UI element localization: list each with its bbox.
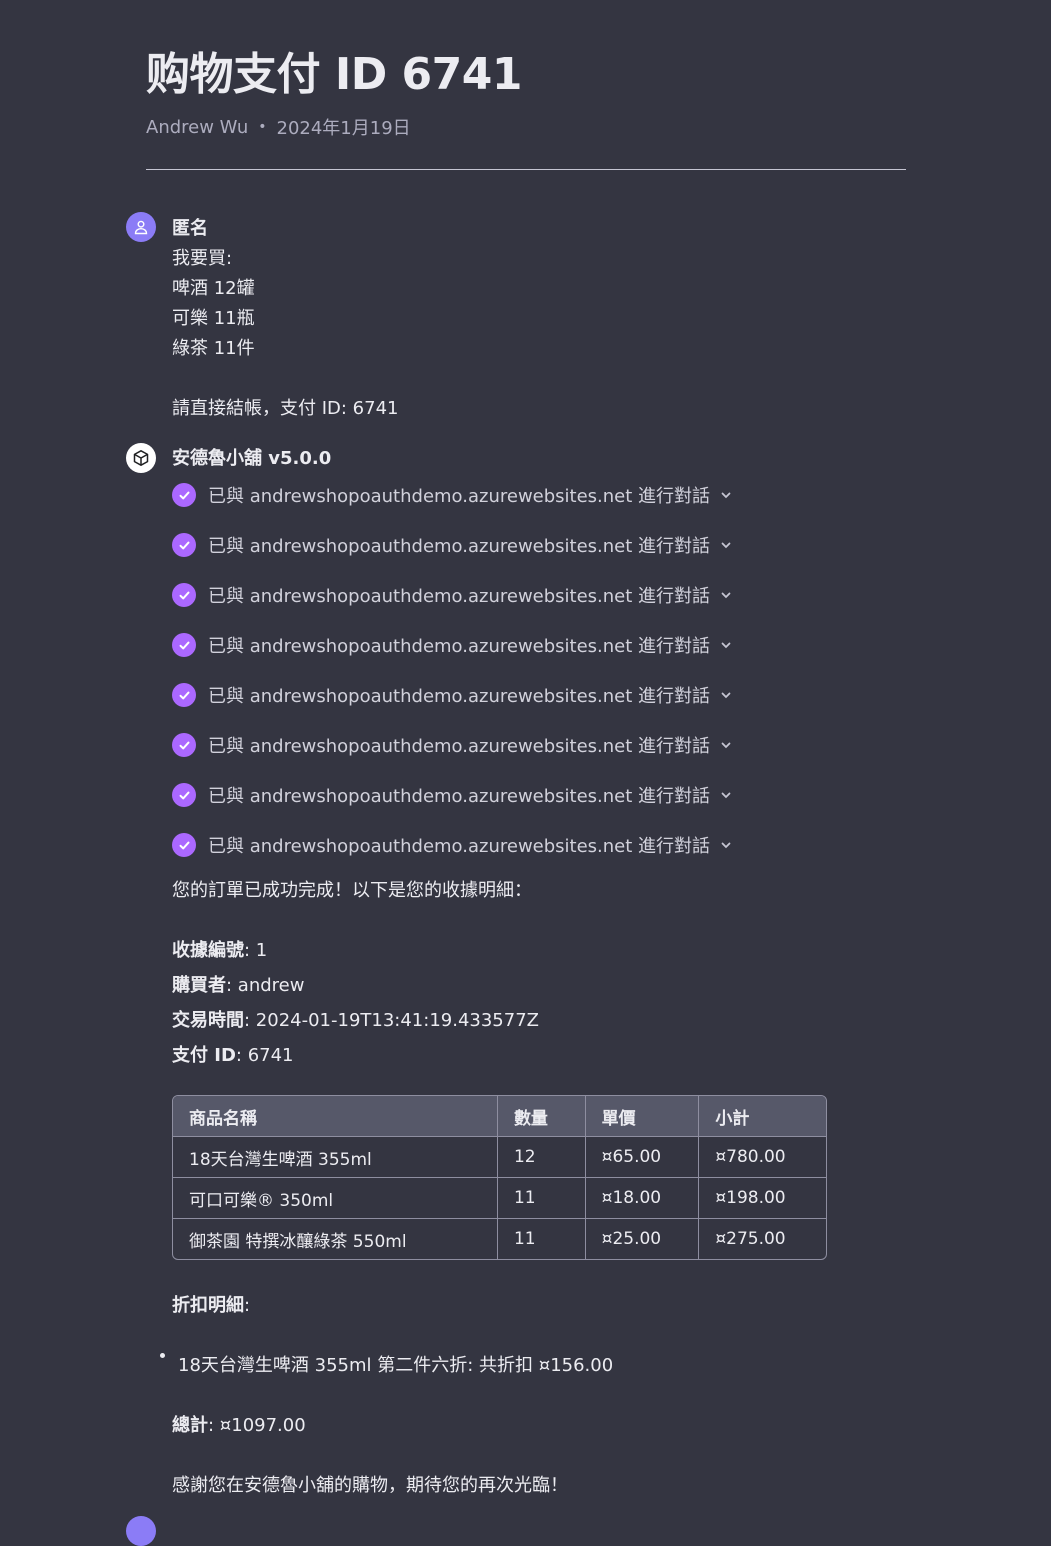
receipt-number-label: 收據編號 xyxy=(172,940,244,961)
table-row: 御茶園 特撰冰釀綠茶 550ml 11 ¤25.00 ¤275.00 xyxy=(173,1219,826,1259)
chevron-down-icon[interactable] xyxy=(720,739,732,751)
chevron-down-icon[interactable] xyxy=(720,639,732,651)
table-cell: ¤275.00 xyxy=(715,1229,786,1249)
receipt-table: 商品名稱 數量 單價 小計 18天台灣生啤酒 355ml 12 ¤65.00 ¤… xyxy=(172,1095,827,1260)
table-header-row: 商品名稱 數量 單價 小計 xyxy=(173,1096,826,1137)
plugin-call-row[interactable]: 已與 andrewshopoauthdemo.azurewebsites.net… xyxy=(172,682,732,708)
check-icon xyxy=(172,533,196,557)
check-icon xyxy=(172,583,196,607)
receipt-buyer-value: : andrew xyxy=(226,975,305,996)
user-message-line: 可樂 11瓶 xyxy=(172,308,255,329)
plugin-call-label: 已與 andrewshopoauthdemo.azurewebsites.net… xyxy=(208,486,711,507)
assistant-avatar xyxy=(126,443,156,473)
column-header: 小計 xyxy=(699,1096,826,1137)
receipt-time-label: 交易時間 xyxy=(172,1010,244,1031)
chevron-down-icon[interactable] xyxy=(720,489,732,501)
user-message-line: 啤酒 12罐 xyxy=(172,278,255,299)
assistant-name: 安德魯小舖 v5.0.0 xyxy=(172,448,332,469)
table-cell: 18天台灣生啤酒 355ml xyxy=(173,1137,498,1178)
cube-icon xyxy=(133,450,149,466)
column-header: 數量 xyxy=(497,1096,586,1137)
plugin-call-row[interactable]: 已與 andrewshopoauthdemo.azurewebsites.net… xyxy=(172,732,732,758)
plugin-call-row[interactable]: 已與 andrewshopoauthdemo.azurewebsites.net… xyxy=(172,782,732,808)
column-header: 商品名稱 xyxy=(173,1096,498,1137)
check-icon xyxy=(172,483,196,507)
shared-conversation-page: 购物支付 ID 6741 Andrew Wu • 2024年1月19日 匿名 我… xyxy=(0,0,1051,1546)
receipt-payment-label: 支付 ID xyxy=(172,1045,236,1066)
discount-heading: 折扣明細: xyxy=(172,1291,250,1317)
plugin-call-row[interactable]: 已與 andrewshopoauthdemo.azurewebsites.net… xyxy=(172,582,732,608)
conversation-meta: Andrew Wu • 2024年1月19日 xyxy=(146,114,411,140)
page-title: 购物支付 ID 6741 xyxy=(146,49,523,100)
chevron-down-icon[interactable] xyxy=(720,539,732,551)
check-icon xyxy=(172,733,196,757)
table-cell: 御茶園 特撰冰釀綠茶 550ml xyxy=(173,1219,498,1259)
header-divider xyxy=(146,169,906,170)
receipt-number-value: : 1 xyxy=(244,940,268,961)
user-avatar xyxy=(126,1516,156,1546)
table-cell: 12 xyxy=(497,1137,586,1178)
user-icon xyxy=(134,220,148,235)
total-label: 總計 xyxy=(172,1415,208,1436)
plugin-call-label: 已與 andrewshopoauthdemo.azurewebsites.net… xyxy=(208,636,711,657)
total-value: : ¤1097.00 xyxy=(208,1415,306,1436)
plugin-call-label: 已與 andrewshopoauthdemo.azurewebsites.net… xyxy=(208,586,711,607)
meta-separator: • xyxy=(258,119,267,135)
check-icon xyxy=(172,683,196,707)
check-icon xyxy=(172,633,196,657)
thank-you-message: 感謝您在安德魯小舖的購物，期待您的再次光臨！ xyxy=(172,1475,568,1496)
table-cell: ¤65.00 xyxy=(585,1137,700,1178)
chevron-down-icon[interactable] xyxy=(720,689,732,701)
plugin-call-row[interactable]: 已與 andrewshopoauthdemo.azurewebsites.net… xyxy=(172,532,732,558)
check-icon xyxy=(172,783,196,807)
order-intro: 您的訂單已成功完成！以下是您的收據明細： xyxy=(172,880,532,901)
column-header: 單價 xyxy=(585,1096,700,1137)
plugin-call-label: 已與 andrewshopoauthdemo.azurewebsites.net… xyxy=(208,536,711,557)
table-cell: ¤25.00 xyxy=(586,1219,700,1259)
table-cell: 11 xyxy=(498,1219,586,1259)
conversation-date: 2024年1月19日 xyxy=(276,118,411,139)
table-cell: ¤198.00 xyxy=(699,1178,826,1219)
table-cell: 可口可樂® 350ml xyxy=(173,1178,498,1219)
plugin-call-label: 已與 andrewshopoauthdemo.azurewebsites.net… xyxy=(208,686,711,707)
receipt-time: 交易時間: 2024-01-19T13:41:19.433577Z xyxy=(172,1006,539,1032)
user-avatar xyxy=(126,212,156,242)
check-icon xyxy=(172,833,196,857)
table-cell: ¤780.00 xyxy=(699,1137,826,1178)
table-cell: 11 xyxy=(497,1178,586,1219)
user-message-line: 綠茶 11件 xyxy=(172,338,255,359)
discount-item: 18天台灣生啤酒 355ml 第二件六折: 共折扣 ¤156.00 xyxy=(178,1355,614,1376)
list-bullet xyxy=(160,1353,165,1358)
user-sender-name: 匿名 xyxy=(172,218,208,239)
table-row: 18天台灣生啤酒 355ml 12 ¤65.00 ¤780.00 xyxy=(173,1137,826,1178)
order-total: 總計: ¤1097.00 xyxy=(172,1411,306,1437)
receipt-time-value: : 2024-01-19T13:41:19.433577Z xyxy=(244,1010,539,1031)
plugin-call-row[interactable]: 已與 andrewshopoauthdemo.azurewebsites.net… xyxy=(172,482,732,508)
receipt-payment-value: : 6741 xyxy=(235,1045,294,1066)
table-cell: ¤18.00 xyxy=(585,1178,700,1219)
chevron-down-icon[interactable] xyxy=(720,789,732,801)
user-message-line: 我要買: xyxy=(172,248,233,269)
plugin-call-label: 已與 andrewshopoauthdemo.azurewebsites.net… xyxy=(208,736,711,757)
author-name: Andrew Wu xyxy=(146,116,249,138)
discount-heading-colon: : xyxy=(244,1295,251,1316)
user-message-closing: 請直接結帳，支付 ID: 6741 xyxy=(172,398,399,419)
plugin-call-label: 已與 andrewshopoauthdemo.azurewebsites.net… xyxy=(208,836,711,857)
chevron-down-icon[interactable] xyxy=(720,589,732,601)
discount-heading-label: 折扣明細 xyxy=(172,1295,244,1316)
receipt-buyer-label: 購買者 xyxy=(172,975,226,996)
table-row: 可口可樂® 350ml 11 ¤18.00 ¤198.00 xyxy=(173,1178,826,1219)
plugin-call-label: 已與 andrewshopoauthdemo.azurewebsites.net… xyxy=(208,786,711,807)
receipt-number: 收據編號: 1 xyxy=(172,936,267,962)
plugin-call-row[interactable]: 已與 andrewshopoauthdemo.azurewebsites.net… xyxy=(172,632,732,658)
receipt-payment-id: 支付 ID: 6741 xyxy=(172,1041,294,1067)
receipt-buyer: 購買者: andrew xyxy=(172,971,304,997)
plugin-call-row[interactable]: 已與 andrewshopoauthdemo.azurewebsites.net… xyxy=(172,832,732,858)
chevron-down-icon[interactable] xyxy=(720,839,732,851)
